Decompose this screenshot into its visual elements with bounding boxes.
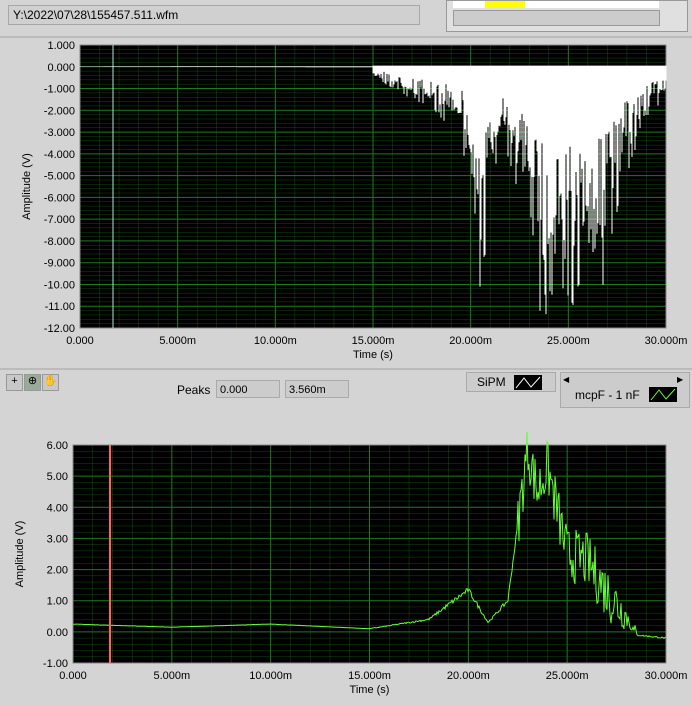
y-tick-label: -1.000	[44, 84, 75, 96]
file-path-text: Y:\2022\07\28\155457.511.wfm	[13, 8, 179, 22]
x-tick-label: 5.000m	[153, 670, 190, 682]
y-tick-label: 4.00	[47, 502, 68, 514]
zoom-tool-icon[interactable]: ⊕	[24, 374, 41, 391]
x-tick-label: 25.000m	[546, 670, 589, 682]
y-tick-label: 2.00	[47, 565, 68, 577]
x-tick-label: 25.000m	[547, 335, 590, 347]
x-tick-label: 5.000m	[159, 335, 196, 347]
y-tick-label: 0.000	[47, 62, 75, 74]
x-tick-label: 15.000m	[352, 335, 395, 347]
x-tick-label: 20.000m	[447, 670, 490, 682]
x-tick-label: 10.000m	[249, 670, 292, 682]
y-tick-label: 5.00	[47, 471, 68, 483]
y-tick-label: 3.00	[47, 533, 68, 545]
x-tick-label: 20.000m	[449, 335, 492, 347]
legend-label-mcpf: mcpF - 1 nF	[575, 388, 640, 402]
table-horizontal-scrollbar[interactable]	[453, 10, 660, 26]
x-axis-label: Time (s)	[350, 684, 390, 696]
scroll-right-icon[interactable]: ▶	[677, 375, 687, 385]
y-tick-label: -12.00	[44, 323, 75, 335]
peak-value-2[interactable]: 3.560m	[285, 380, 349, 398]
peaks-label: Peaks	[177, 383, 211, 397]
y-tick-label: -11.00	[45, 301, 75, 313]
graph-sipm[interactable]: 1.000 0.000 -1.000 -2.000 -3.000 -4.000 -5.000…	[0, 38, 692, 368]
pan-hand-tool-icon[interactable]: ✋	[42, 374, 59, 391]
x-tick-label: 30.000m	[645, 335, 688, 347]
y-tick-label: -5.000	[44, 171, 75, 183]
y-tick-label: 0.00	[47, 627, 68, 639]
y-tick-label: 1.00	[47, 596, 68, 608]
graph-tools-palette: + ⊕ ✋	[6, 374, 59, 391]
cursor-tool-icon[interactable]: +	[6, 374, 23, 391]
y-tick-label: 6.00	[47, 440, 68, 452]
x-axis-label: Time (s)	[353, 349, 393, 361]
y-tick-label: -4.000	[44, 149, 75, 161]
plot-legend-sipm[interactable]: SiPM	[466, 372, 556, 392]
table-cells	[453, 1, 659, 8]
x-tick-label: 30.000m	[645, 670, 688, 682]
x-tick-label: 15.000m	[348, 670, 391, 682]
y-tick-label: -2.000	[44, 105, 75, 117]
x-tick-label: 0.000	[59, 670, 87, 682]
legend-label-sipm: SiPM	[477, 375, 506, 389]
plot-legend-mcpf[interactable]: ◀ ▶ mcpF - 1 nF	[560, 372, 690, 408]
y-tick-label: 1.000	[47, 40, 75, 52]
y-tick-label: -8.000	[44, 236, 75, 248]
y-axis-label: Amplitude (V)	[21, 153, 33, 220]
y-tick-label: -3.000	[44, 127, 75, 139]
graph-mcpf[interactable]: 6.00 5.00 4.00 3.00 2.00 1.00 0.00 -1.000.000 5.…	[0, 432, 692, 705]
data-table[interactable]	[446, 0, 688, 32]
y-tick-label: -9.000	[44, 258, 75, 270]
highlight-cell	[485, 1, 525, 8]
x-tick-label: 0.000	[66, 335, 94, 347]
y-tick-label: -7.000	[44, 214, 75, 226]
legend-line-icon	[649, 387, 677, 402]
divider	[0, 368, 692, 370]
y-tick-label: -1.00	[43, 658, 68, 670]
y-tick-label: -10.00	[44, 279, 75, 291]
y-tick-label: -6.000	[44, 192, 75, 204]
peak-value-1[interactable]: 0.000	[216, 380, 280, 398]
file-path-field[interactable]: Y:\2022\07\28\155457.511.wfm	[8, 5, 420, 25]
scroll-left-icon[interactable]: ◀	[563, 375, 573, 385]
y-axis-label: Amplitude (V)	[14, 521, 26, 588]
x-tick-label: 10.000m	[254, 335, 297, 347]
legend-line-icon	[513, 374, 542, 390]
